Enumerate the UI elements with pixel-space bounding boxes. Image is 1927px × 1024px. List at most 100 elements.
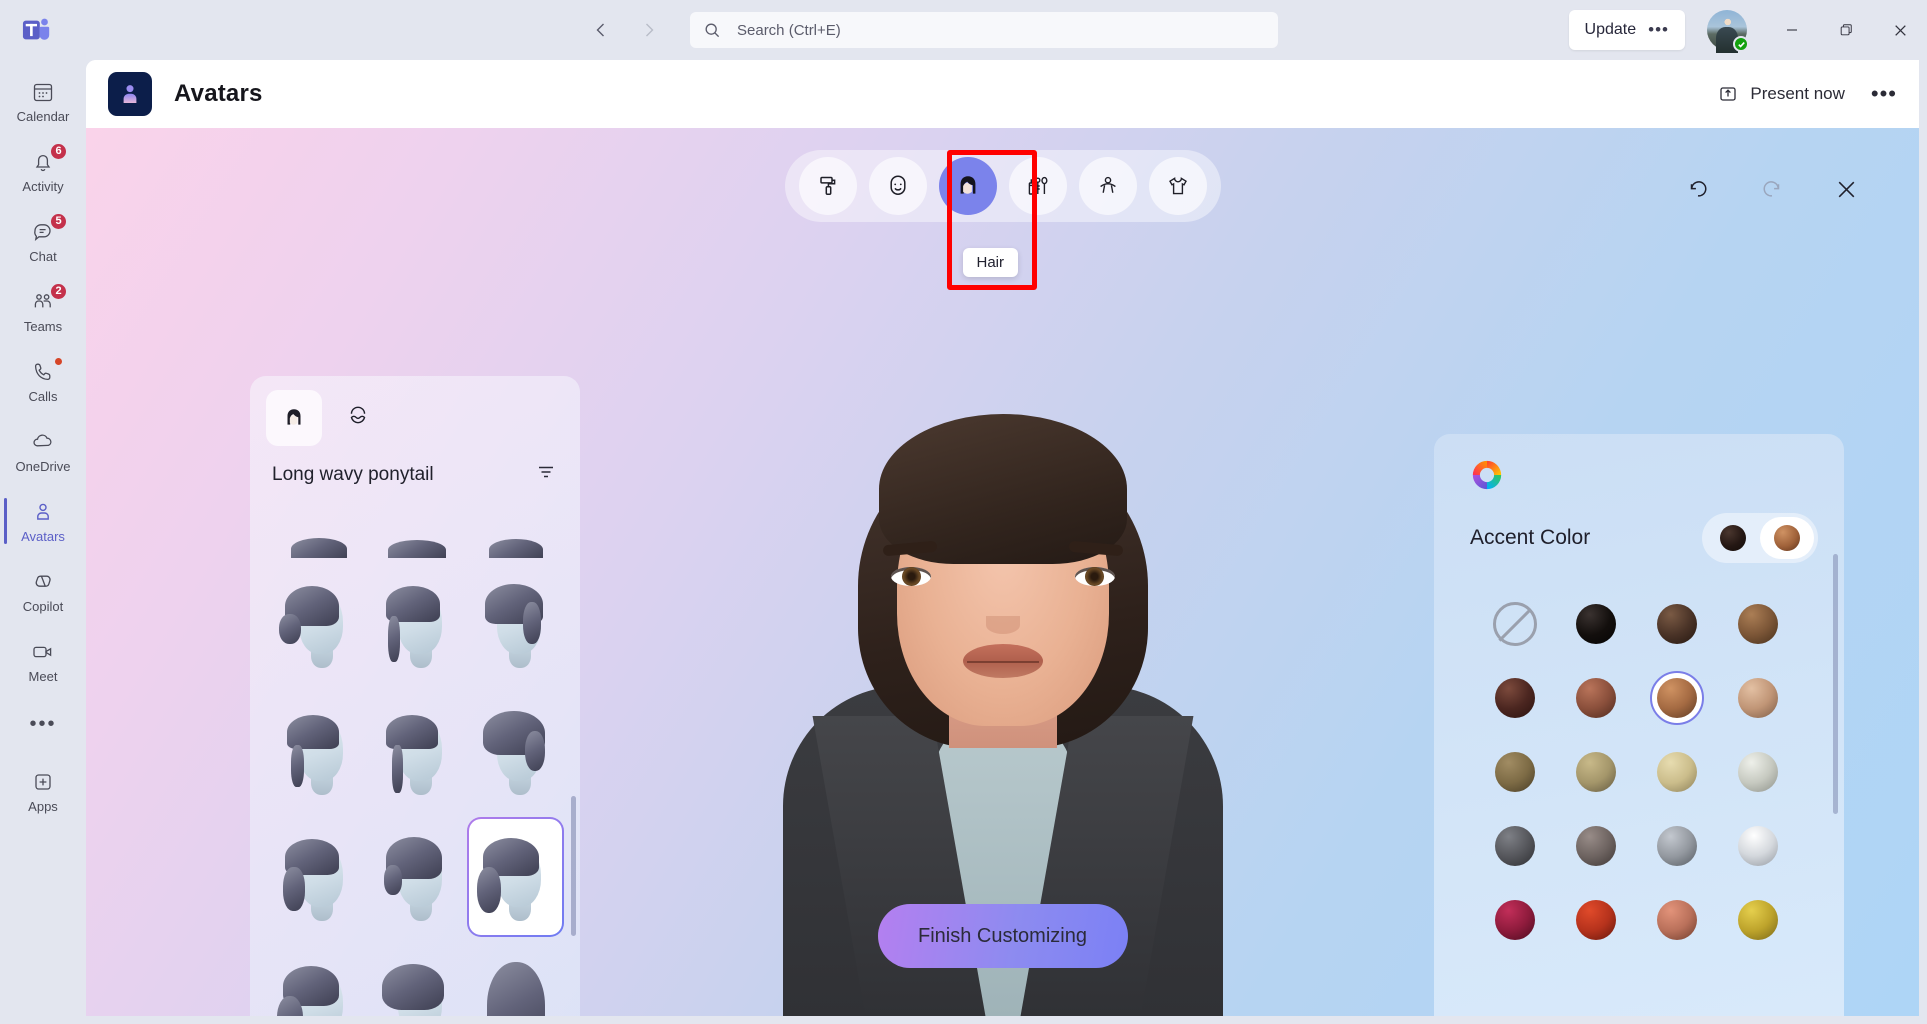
bell-icon: 6: [29, 141, 68, 175]
swatch-caramel-selected[interactable]: [1649, 671, 1704, 725]
teams-people-icon: 2: [29, 281, 68, 315]
swatch-red[interactable]: [1569, 893, 1623, 947]
sidebar-item-apps[interactable]: Apps: [0, 756, 86, 826]
avatars-app-icon: [108, 72, 152, 116]
swatch-dark-brown[interactable]: [1650, 597, 1704, 651]
sidebar-item-onedrive[interactable]: OneDrive: [0, 416, 86, 486]
nav-buttons: [584, 13, 666, 47]
sidebar-item-meet[interactable]: Meet: [0, 626, 86, 696]
maximize-icon: [1840, 24, 1852, 36]
hair-thumbnail: [473, 956, 557, 1016]
sidebar-item-chat[interactable]: 5 Chat: [0, 206, 86, 276]
search-bar[interactable]: Search (Ctrl+E): [690, 12, 1278, 48]
swatch-none[interactable]: [1488, 597, 1542, 651]
hair-style-item[interactable]: [367, 944, 464, 1016]
titlebar-right: Update •••: [1568, 0, 1927, 60]
color-ball: [1494, 752, 1535, 792]
category-body-button[interactable]: [1078, 157, 1137, 215]
color-wheel-icon[interactable]: [1470, 458, 1504, 492]
body-icon: [1099, 176, 1116, 193]
swatch-steel-grey[interactable]: [1650, 819, 1704, 873]
category-face-button[interactable]: [868, 157, 927, 215]
maximize-button[interactable]: [1819, 0, 1873, 60]
tab-facial-hair[interactable]: [330, 390, 386, 446]
window-controls: [1765, 0, 1927, 60]
hair-style-item[interactable]: [367, 817, 464, 937]
present-now-button[interactable]: Present now: [1718, 84, 1845, 104]
sidebar-item-label: Chat: [29, 248, 57, 264]
sidebar-item-avatars[interactable]: Avatars: [0, 486, 86, 556]
swatch-light-brown[interactable]: [1731, 671, 1785, 725]
hair-style-item[interactable]: [268, 516, 365, 558]
finish-customizing-button[interactable]: Finish Customizing: [877, 904, 1128, 968]
sidebar-item-activity[interactable]: 6 Activity: [0, 136, 86, 206]
sidebar-item-copilot[interactable]: Copilot: [0, 556, 86, 626]
swatch-deep-auburn[interactable]: [1488, 671, 1542, 725]
hair-style-item[interactable]: [467, 516, 564, 558]
tab-hair-style[interactable]: [266, 390, 322, 446]
style-panel-scrollbar[interactable]: [571, 796, 576, 936]
hair-style-item[interactable]: [268, 691, 365, 811]
swatch-charcoal-grey[interactable]: [1488, 819, 1542, 873]
color-panel-scrollbar[interactable]: [1833, 554, 1838, 814]
back-button[interactable]: [584, 13, 618, 47]
forward-button[interactable]: [632, 13, 666, 47]
swatch-ash-blonde[interactable]: [1569, 745, 1623, 799]
hair-style-item[interactable]: [467, 564, 564, 684]
hair-style-item[interactable]: [467, 944, 564, 1016]
sidebar-item-calls[interactable]: Calls: [0, 346, 86, 416]
hair-style-item[interactable]: [268, 564, 365, 684]
search-input[interactable]: Search (Ctrl+E): [737, 22, 841, 39]
swatch-black[interactable]: [1569, 597, 1623, 651]
swatch-golden-blonde[interactable]: [1650, 745, 1704, 799]
category-hair-button[interactable]: [938, 157, 997, 215]
swatch-medium-brown[interactable]: [1731, 597, 1785, 651]
hair-style-item[interactable]: [268, 817, 365, 937]
hair-icon: [960, 176, 975, 194]
undo-button[interactable]: [1681, 172, 1715, 206]
no-color-icon: [1492, 602, 1537, 646]
category-makeup-button[interactable]: [1008, 157, 1067, 215]
hair-thumbnail: [275, 829, 359, 925]
hair-thumbnail: [473, 576, 557, 672]
category-base-button[interactable]: [798, 157, 857, 215]
user-avatar[interactable]: [1707, 10, 1749, 52]
swatch-copper[interactable]: [1650, 893, 1704, 947]
header-more-button[interactable]: •••: [1871, 82, 1897, 104]
present-now-label: Present now: [1750, 84, 1845, 103]
ellipsis-icon[interactable]: •••: [1648, 21, 1669, 38]
swatch-warm-grey[interactable]: [1569, 819, 1623, 873]
accent-option-brown[interactable]: [1760, 517, 1814, 559]
hair-style-item[interactable]: [367, 564, 464, 684]
title-bar: Search (Ctrl+E) Update •••: [0, 0, 1927, 60]
filter-button[interactable]: [534, 460, 558, 489]
badge-count: 2: [49, 281, 68, 301]
hair-style-item[interactable]: [367, 516, 464, 558]
accent-option-dark[interactable]: [1706, 517, 1760, 559]
accent-swatch: [1774, 525, 1800, 551]
update-button[interactable]: Update •••: [1568, 10, 1685, 50]
swatch-silver-white[interactable]: [1731, 819, 1785, 873]
sidebar-item-teams[interactable]: 2 Teams: [0, 276, 86, 346]
swatch-burgundy[interactable]: [1488, 893, 1542, 947]
swatch-gold[interactable]: [1731, 893, 1785, 947]
swatch-dark-blonde[interactable]: [1488, 745, 1542, 799]
sidebar-item-calendar[interactable]: Calendar: [0, 66, 86, 136]
more-apps-button[interactable]: ellipsis-icon•••: [29, 696, 56, 752]
hair-style-item[interactable]: [467, 691, 564, 811]
face-icon: [889, 175, 906, 195]
hair-style-item[interactable]: [268, 944, 365, 1016]
hair-style-item[interactable]: [367, 691, 464, 811]
swatch-chestnut[interactable]: [1569, 671, 1623, 725]
category-clothing-button[interactable]: [1148, 157, 1207, 215]
close-button[interactable]: [1873, 0, 1927, 60]
close-customizer-button[interactable]: [1829, 172, 1863, 206]
hair-style-item-selected[interactable]: [467, 817, 564, 937]
color-ball: [1656, 752, 1697, 792]
hair-style-panel: Long wavy ponytail: [250, 376, 580, 1016]
redo-button[interactable]: [1755, 172, 1789, 206]
minimize-button[interactable]: [1765, 0, 1819, 60]
badge-count: 6: [49, 141, 68, 161]
hair-thumbnail: [374, 703, 458, 799]
swatch-platinum[interactable]: [1731, 745, 1785, 799]
